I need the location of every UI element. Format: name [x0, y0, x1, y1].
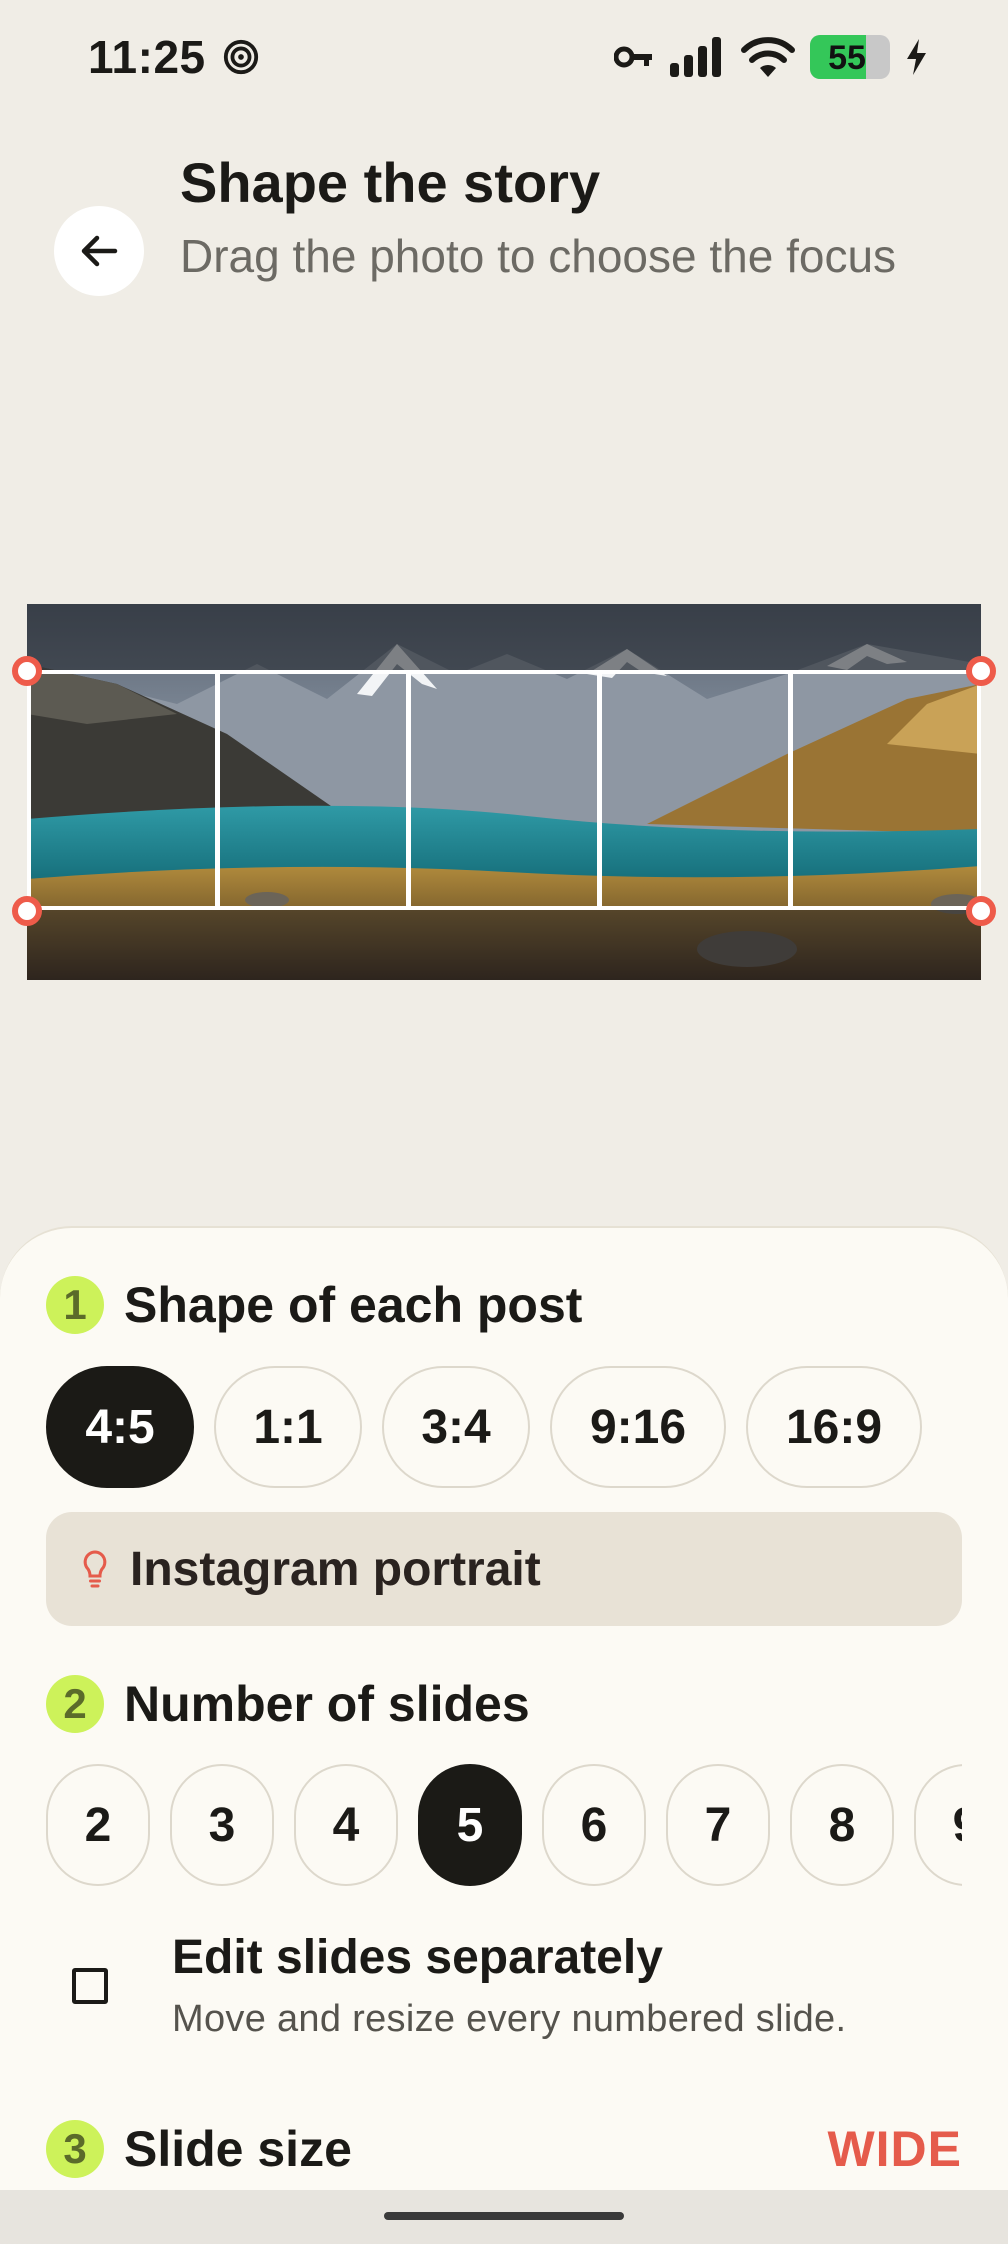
- hint-text: Instagram portrait: [130, 1542, 541, 1596]
- lightbulb-icon: [83, 1550, 107, 1588]
- battery-level: 55: [828, 39, 866, 77]
- step-badge: 3: [46, 2120, 104, 2178]
- crop-mask-bottom: [27, 910, 981, 980]
- slide-count-7[interactable]: 7: [666, 1764, 770, 1886]
- section-size-header: 3 Slide size: [46, 2120, 352, 2178]
- status-icons: 55: [614, 34, 928, 80]
- slide-count-8[interactable]: 8: [790, 1764, 894, 1886]
- slide-count-3[interactable]: 3: [170, 1764, 274, 1886]
- home-indicator[interactable]: [384, 2212, 624, 2220]
- edit-separately-label[interactable]: Edit slides separately: [172, 1930, 663, 1985]
- shape-option-3-4[interactable]: 3:4: [382, 1366, 530, 1488]
- section-shape-header: 1 Shape of each post: [46, 1276, 582, 1334]
- back-button[interactable]: [54, 206, 144, 296]
- arrow-left-icon: [81, 235, 118, 267]
- section-slides-header: 2 Number of slides: [46, 1675, 530, 1733]
- section-title: Number of slides: [124, 1676, 530, 1732]
- slide-divider: [215, 674, 220, 906]
- slide-divider: [788, 674, 793, 906]
- slide-count-5[interactable]: 5: [418, 1764, 522, 1886]
- crop-handle-top-left[interactable]: [12, 656, 42, 686]
- charging-icon: [907, 39, 926, 75]
- page-subtitle: Drag the photo to choose the focus: [180, 230, 897, 282]
- shape-option-4-5[interactable]: 4:5: [46, 1366, 194, 1488]
- slide-count-4[interactable]: 4: [294, 1764, 398, 1886]
- slide-divider: [597, 674, 602, 906]
- edit-separately-checkbox[interactable]: [72, 1968, 108, 2004]
- slide-divider: [406, 674, 411, 906]
- wifi-icon: [741, 37, 795, 77]
- signal-icon: [670, 37, 721, 77]
- key-icon: [614, 46, 652, 68]
- crop-handle-bottom-right[interactable]: [966, 896, 996, 926]
- shape-option-16-9[interactable]: 16:9: [746, 1366, 922, 1488]
- crop-handle-bottom-left[interactable]: [12, 896, 42, 926]
- crop-frame[interactable]: [27, 670, 981, 910]
- battery-icon: 55: [810, 35, 890, 79]
- shape-option-1-1[interactable]: 1:1: [214, 1366, 362, 1488]
- crop-mask-top: [27, 604, 981, 670]
- edit-separately-description: Move and resize every numbered slide.: [172, 1998, 847, 2040]
- shape-option-9-16[interactable]: 9:16: [550, 1366, 726, 1488]
- step-badge: 2: [46, 1675, 104, 1733]
- status-time: 11:25: [88, 31, 206, 83]
- slide-count-2[interactable]: 2: [46, 1764, 150, 1886]
- slide-size-value[interactable]: WIDE: [827, 2120, 962, 2178]
- spiral-icon: [223, 39, 259, 75]
- crop-handle-top-right[interactable]: [966, 656, 996, 686]
- slide-count-6[interactable]: 6: [542, 1764, 646, 1886]
- step-badge: 1: [46, 1276, 104, 1334]
- status-bar: 11:25 55: [0, 0, 1008, 112]
- page-title: Shape the story: [180, 151, 601, 214]
- slide-count-options: 2 3 4 5 6 7 8 9: [46, 1764, 962, 1888]
- shape-options: 4:5 1:1 3:4 9:16 16:9: [46, 1366, 922, 1488]
- navigation-bar: [0, 2190, 1008, 2244]
- slide-count-9[interactable]: 9: [914, 1764, 962, 1886]
- section-title: Slide size: [124, 2121, 352, 2177]
- shape-hint: Instagram portrait: [46, 1512, 962, 1626]
- section-title: Shape of each post: [124, 1277, 583, 1333]
